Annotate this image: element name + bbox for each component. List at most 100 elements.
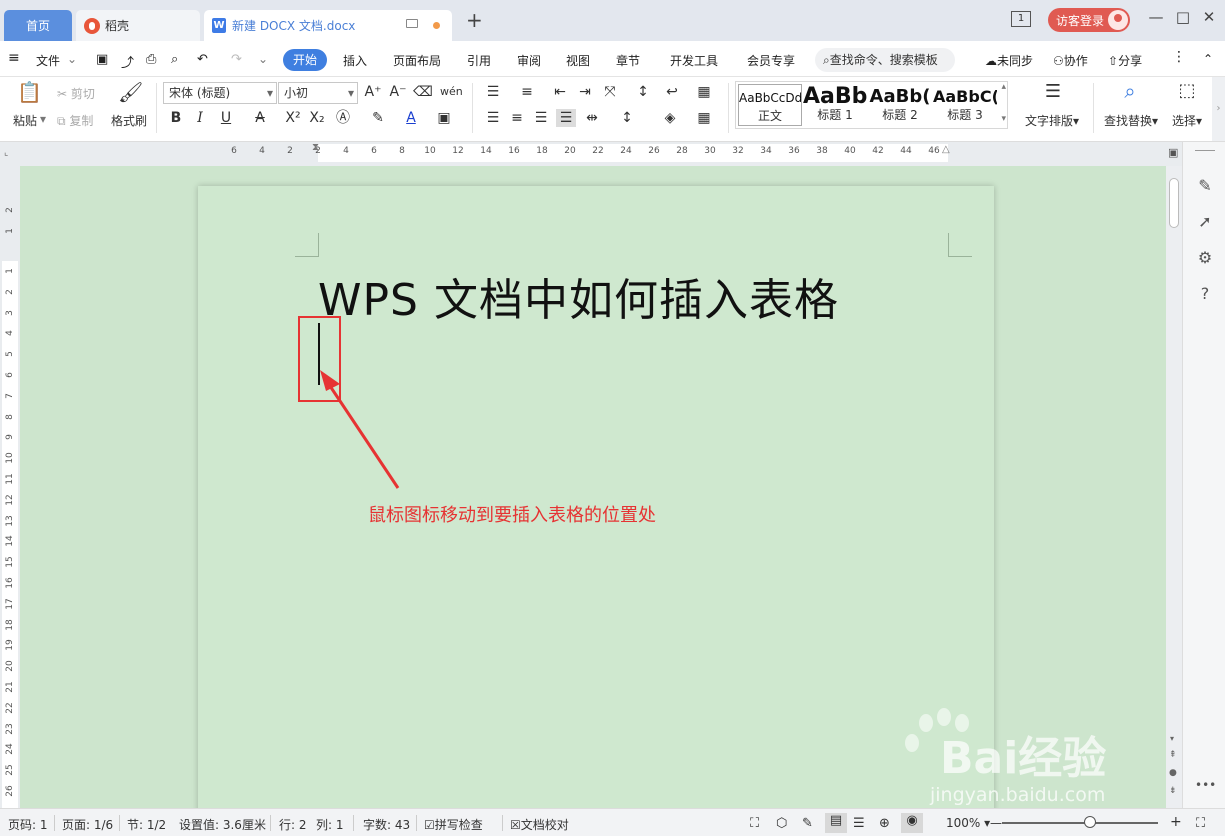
sort-icon[interactable]: ↕ [633, 83, 653, 101]
style-scroll-down-icon[interactable]: ▾ [1001, 114, 1006, 124]
decrease-indent-icon[interactable]: ⇤ [550, 83, 570, 101]
find-replace-icon[interactable]: ⌕ [1120, 81, 1140, 101]
right-indent-marker-icon[interactable]: △ [942, 144, 950, 155]
align-left-icon[interactable]: ☰ [483, 109, 503, 127]
help-icon[interactable]: ? [1195, 284, 1215, 303]
menu-view[interactable]: 视图 [566, 52, 590, 69]
text-effect-icon[interactable]: Ⓐ [333, 109, 353, 127]
window-count-badge[interactable]: 1 [1011, 11, 1031, 27]
clear-format-icon[interactable]: ⌫ [413, 83, 433, 101]
line-spacing-icon[interactable]: ↕ [617, 109, 637, 127]
collab-button[interactable]: ⚇协作 [1053, 52, 1088, 69]
format-painter-button[interactable]: 格式刷 [111, 112, 147, 129]
menu-references[interactable]: 引用 [467, 52, 491, 69]
justify-icon[interactable]: ☰ [556, 109, 576, 127]
chevron-down-icon[interactable]: ⌄ [67, 52, 77, 66]
paste-dropdown-icon[interactable]: ▾ [40, 112, 46, 126]
hamburger-menu-icon[interactable]: ≡ [8, 50, 20, 66]
menu-chapter[interactable]: 章节 [616, 52, 640, 69]
command-search-input[interactable]: ⌕查找命令、搜索模板 [815, 48, 955, 72]
vertical-ruler[interactable]: 2 1 1 2 3 4 5 6 7 8 9 10 11 12 13 14 15 16 17 18 19 20 21 22 23 2… [0, 166, 20, 811]
menu-insert[interactable]: 插入 [343, 52, 367, 69]
maximize-icon[interactable]: □ [1173, 8, 1193, 26]
pen-icon[interactable]: ✎ [1195, 176, 1215, 195]
text-direction-icon[interactable]: ⤧ [600, 83, 620, 101]
paste-button[interactable]: 粘贴 [13, 112, 37, 129]
align-right-icon[interactable]: ☰ [531, 109, 551, 127]
ruler-toggle-icon[interactable]: ▣ [1168, 146, 1178, 159]
text-layout-button[interactable]: 文字排版▾ [1025, 112, 1079, 129]
tab-document[interactable]: W 新建 DOCX 文档.docx [204, 10, 452, 41]
cut-button[interactable]: ✂ 剪切 [57, 85, 95, 102]
fullscreen-icon[interactable]: ⛶ [750, 816, 759, 831]
style-normal[interactable]: AaBbCcDd 正文 [738, 84, 802, 126]
outline-view-icon[interactable]: ☰ [853, 816, 865, 831]
select-icon[interactable]: ⬚ [1177, 82, 1197, 100]
char-border-icon[interactable]: ▣ [434, 109, 454, 127]
bullet-list-icon[interactable]: ☰ [483, 83, 503, 101]
write-mode-icon[interactable]: ✎ [802, 816, 813, 831]
menu-file[interactable]: 文件 [36, 52, 60, 69]
menu-developer[interactable]: 开发工具 [670, 52, 718, 69]
print-icon[interactable]: ⎙ [146, 52, 156, 67]
status-word-count[interactable]: 字数: 43 [363, 816, 410, 833]
select-button[interactable]: 选择▾ [1172, 112, 1202, 129]
eye-protect-icon[interactable]: ◉ [901, 813, 923, 833]
share-button[interactable]: ⇧分享 [1108, 52, 1142, 69]
status-section[interactable]: 节: 1/2 [127, 816, 166, 833]
monitor-icon[interactable] [406, 19, 418, 28]
menu-member[interactable]: 会员专享 [747, 52, 795, 69]
style-heading-2[interactable]: AaBb(标题 2 [868, 84, 932, 126]
zoom-out-icon[interactable]: — [990, 816, 1002, 830]
style-heading-3[interactable]: AaBbC(标题 3 [933, 84, 997, 126]
pinyin-guide-icon[interactable]: wén [440, 83, 463, 101]
zoom-slider-track[interactable] [1002, 822, 1158, 824]
redo-icon[interactable]: ↷ [231, 52, 242, 67]
page-view-icon[interactable]: ▤ [825, 813, 847, 833]
grow-font-icon[interactable]: A⁺ [363, 83, 383, 101]
line-break-icon[interactable]: ↩ [662, 83, 682, 101]
italic-icon[interactable]: I [190, 109, 210, 127]
fit-page-icon[interactable]: ⛶ [1196, 816, 1205, 831]
undo-icon[interactable]: ↶ [197, 52, 208, 67]
shrink-font-icon[interactable]: A⁻ [388, 83, 408, 101]
text-layout-icon[interactable]: ☰ [1043, 83, 1063, 101]
cursor-icon[interactable]: ➚ [1195, 212, 1215, 231]
style-heading-1[interactable]: AaBb 标题 1 [803, 84, 867, 126]
doc-proof-button[interactable]: ☒文档校对 [510, 816, 569, 833]
align-center-icon[interactable]: ≡ [507, 109, 527, 127]
status-row[interactable]: 行: 2 [279, 816, 307, 833]
settings-sliders-icon[interactable]: ⚙ [1195, 248, 1215, 267]
document-page[interactable]: WPS 文档中如何插入表格 鼠标图标移动到要插入表格的位置处 [198, 186, 994, 826]
quick-access-more-icon[interactable]: ⌄ [258, 52, 268, 66]
document-title-text[interactable]: WPS 文档中如何插入表格 [318, 264, 839, 328]
borders-icon[interactable]: ▦ [694, 109, 714, 127]
minimize-icon[interactable]: — [1146, 8, 1166, 26]
copy-button[interactable]: ⧉ 复制 [57, 112, 93, 129]
status-col[interactable]: 列: 1 [316, 816, 344, 833]
zoom-in-icon[interactable]: + [1170, 814, 1182, 830]
menu-review[interactable]: 审阅 [517, 52, 541, 69]
more-menu-icon[interactable]: ⋮ [1172, 49, 1186, 65]
strikethrough-icon[interactable]: A [250, 109, 270, 127]
status-setting[interactable]: 设置值: 3.6厘米 [179, 816, 266, 833]
horizontal-ruler[interactable]: ⌞ 6 4 2 2 4 6 8 10 12 14 16 18 20 22 24 26 28 30 32 34 36 38 4… [0, 142, 1225, 166]
style-scroll-up-icon[interactable]: ▴ [1001, 82, 1006, 92]
font-name-select[interactable]: 宋体 (标题) ▾ [163, 82, 277, 104]
superscript-icon[interactable]: X² [283, 109, 303, 127]
status-pages[interactable]: 页面: 1/6 [62, 816, 113, 833]
highlight-icon[interactable]: ✎ [368, 109, 388, 127]
guest-login-button[interactable]: 访客登录 [1048, 8, 1130, 32]
collapse-ribbon-icon[interactable]: ⌃ [1203, 52, 1213, 66]
underline-icon[interactable]: U [216, 109, 236, 127]
zoom-slider-thumb[interactable] [1084, 816, 1096, 828]
sync-button[interactable]: ☁未同步 [985, 52, 1033, 69]
numbered-list-icon[interactable]: ≡ [517, 83, 537, 101]
close-icon[interactable]: ✕ [1199, 8, 1219, 26]
bold-icon[interactable]: B [166, 109, 186, 127]
spell-check-button[interactable]: ☑拼写检查 [424, 816, 483, 833]
menu-start[interactable]: 开始 [283, 49, 327, 71]
new-tab-plus-icon[interactable]: + [466, 8, 483, 32]
paste-icon[interactable]: 📋 [17, 82, 42, 107]
zoom-level-select[interactable]: 100% ▾ [946, 816, 990, 830]
